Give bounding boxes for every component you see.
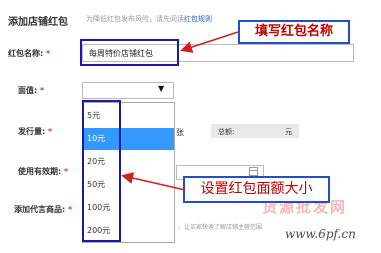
denomination-label-text: 面值: — [18, 86, 38, 95]
required-mark: * — [64, 167, 69, 176]
dropdown-arrow-icon[interactable]: ▼ — [158, 84, 164, 93]
name-highlight-box — [80, 39, 179, 66]
validity-label-text: 使用有效期: — [18, 167, 62, 176]
denomination-label: 面值: * — [18, 85, 44, 96]
validity-label: 使用有效期: * — [18, 166, 68, 177]
code-hint: ，让买家快速了解店铺主营范围 — [178, 224, 263, 231]
name-label: 红包名称: * — [8, 48, 50, 59]
watermark-url: www.6pf.cn — [285, 227, 356, 241]
required-mark: * — [46, 49, 51, 58]
required-mark: * — [48, 127, 53, 136]
name-label-text: 红包名称: — [8, 49, 44, 58]
total-unit: 元 — [285, 128, 292, 136]
quantity-label: 发行量: * — [18, 126, 52, 137]
calendar-icon[interactable] — [249, 167, 258, 176]
fill-name-callout: 填写红包名称 — [238, 20, 350, 44]
quantity-label-text: 发行量: — [18, 127, 46, 136]
rules-link[interactable]: 红包规则 — [184, 15, 212, 23]
total-label: 总额: — [218, 128, 235, 136]
dropdown-highlight-box — [82, 100, 121, 242]
set-denomination-callout: 设置红包面额大小 — [183, 176, 330, 203]
page-hint: 为降低红包发布风险，请先阅读红包规则 — [86, 14, 212, 24]
required-mark: * — [68, 205, 73, 214]
hint-text: 为降低红包发布风险，请先阅读 — [86, 15, 184, 23]
code-label-text: 添加代言商品: — [14, 205, 66, 214]
code-label: 添加代言商品: * — [14, 204, 72, 215]
page-title: 添加店铺红包 — [8, 17, 68, 28]
required-mark: * — [40, 86, 45, 95]
quantity-unit: 张 — [176, 128, 184, 137]
